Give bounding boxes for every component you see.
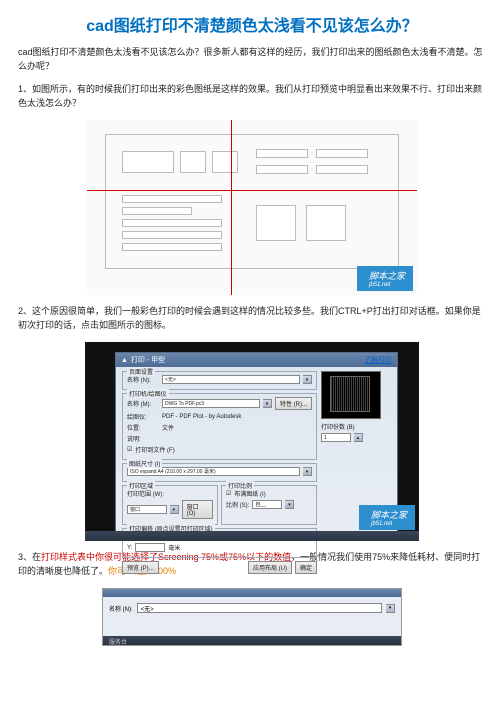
step3-prefix: 3、在 xyxy=(18,552,41,562)
printer-group-label: 打印机/绘图仪 xyxy=(127,389,169,398)
figure-1-floorplan: 脚本之家 jb51.net xyxy=(87,120,417,295)
mm2: 毫米 xyxy=(168,543,180,552)
fig3-titlebar xyxy=(103,589,401,597)
plot-scale-label: 打印比例 xyxy=(226,481,254,490)
dialog-titlebar: ▲ 打印 - 甲型 了解打印 xyxy=(116,353,397,367)
plotter-value: PDF - PDF Plot - by Autodesk xyxy=(162,414,241,420)
what-label: 打印范围 (W): xyxy=(127,489,164,498)
dialog-title-text: 打印 - 甲型 xyxy=(131,355,165,365)
scale-label: 比例 (S): xyxy=(226,500,249,509)
paper-size-label: 图纸尺寸 (I) xyxy=(127,459,162,468)
copies-label: 打印份数 (B) xyxy=(321,422,355,431)
printer-name-label: 名称 (M): xyxy=(127,399,159,408)
y-label: Y: xyxy=(127,545,132,551)
cad-statusbar xyxy=(85,531,419,541)
stepper-icon[interactable]: ▴ xyxy=(354,433,363,442)
dropdown-icon[interactable]: ▾ xyxy=(285,500,294,509)
intro-paragraph: cad图纸打印不清楚颜色太浅看不见该怎么办？很多新人都有这样的经历，我们打印出来… xyxy=(18,46,486,73)
dropdown-icon[interactable]: ▾ xyxy=(386,604,395,613)
fit-label: 布满图纸 (I) xyxy=(234,489,265,498)
plotter-label: 绘图仪: xyxy=(127,412,159,421)
what-select[interactable]: 窗口 xyxy=(127,505,167,514)
window-button[interactable]: 窗口 (O) xyxy=(182,500,213,519)
dropdown-icon[interactable]: ▾ xyxy=(303,467,312,476)
watermark-url: jb51.net xyxy=(371,521,407,527)
location-label: 位置: xyxy=(127,423,159,432)
floorplan-outline xyxy=(105,134,399,269)
fig3-name-select[interactable]: <无> xyxy=(137,603,382,613)
fit-checkbox[interactable]: ☑ xyxy=(226,490,231,497)
copies-input[interactable]: 1 xyxy=(321,433,351,442)
desc-label: 说明: xyxy=(127,434,159,443)
watermark-badge: 脚本之家 jb51.net xyxy=(357,266,413,291)
properties-button[interactable]: 特性 (R)... xyxy=(275,397,312,410)
ok-button[interactable]: 确定 xyxy=(295,561,317,574)
page-setup-group: 页面设置 名称 (N): <无> ▾ xyxy=(122,371,317,390)
dropdown-icon[interactable]: ▾ xyxy=(263,399,272,408)
step1-paragraph: 1、如图所示，有的时候我们打印出来的彩色图纸是这样的效果。我们从打印预览中明显看… xyxy=(18,83,486,110)
plot-area-group: 打印区域 打印范围 (W): 窗口 ▾ 窗口 (O) xyxy=(122,485,218,525)
plot-area-label: 打印区域 xyxy=(127,481,155,490)
location-value: 文件 xyxy=(162,423,174,432)
page-setup-label: 页面设置 xyxy=(127,367,155,376)
help-link[interactable]: 了解打印 xyxy=(364,355,392,365)
scale-select[interactable]: 自__ xyxy=(252,500,282,509)
paper-preview xyxy=(321,371,381,419)
print-dialog-window: ▲ 打印 - 甲型 了解打印 页面设置 名称 (N): <无> ▾ 打印机/绘图… xyxy=(115,352,398,533)
watermark-text: 脚本之家 xyxy=(369,271,405,281)
name-label: 名称 (N): xyxy=(127,375,159,384)
to-file-checkbox[interactable]: ☑ xyxy=(127,446,132,453)
paper-size-group: 图纸尺寸 (I) ISO expand A4 (210.00 x 297.00 … xyxy=(122,463,317,482)
fig3-statusbar: 服务台 xyxy=(103,636,401,645)
step2-paragraph: 2、这个原因很简单，我们一般彩色打印的时候会遇到这样的情况比较多些。我们CTRL… xyxy=(18,305,486,332)
name-select[interactable]: <无> xyxy=(162,375,300,384)
fig3-service: 服务台 xyxy=(109,640,127,646)
dropdown-icon[interactable]: ▾ xyxy=(170,505,179,514)
printer-select[interactable]: DWG To PDF.pc3 xyxy=(162,399,260,408)
printer-group: 打印机/绘图仪 名称 (M): DWG To PDF.pc3 ▾ 特性 (R).… xyxy=(122,393,317,460)
page-title: cad图纸打印不清楚颜色太浅看不见该怎么办？ xyxy=(18,12,486,36)
figure-3-cropped-dialog: 名称 (N): <无> ▾ 服务台 xyxy=(102,588,402,646)
watermark-badge: 脚本之家 jb51.net xyxy=(359,505,415,530)
y-input[interactable] xyxy=(135,543,165,552)
figure-2-print-dialog: ▲ 打印 - 甲型 了解打印 页面设置 名称 (N): <无> ▾ 打印机/绘图… xyxy=(85,342,419,541)
paper-select[interactable]: ISO expand A4 (210.00 x 297.00 毫米) xyxy=(127,467,300,476)
print-icon: ▲ xyxy=(121,357,128,364)
watermark-url: jb51.net xyxy=(369,282,405,288)
apply-button[interactable]: 应用布局 (U) xyxy=(248,561,292,574)
dropdown-icon[interactable]: ▾ xyxy=(303,375,312,384)
watermark-text: 脚本之家 xyxy=(371,510,407,520)
preview-button[interactable]: 预览 (P)... xyxy=(122,561,159,574)
to-file-label: 打印到文件 (F) xyxy=(135,445,174,454)
fig3-name-label: 名称 (N): xyxy=(109,604,133,613)
plot-scale-group: 打印比例 ☑ 布满图纸 (I) 比例 (S): 自__ ▾ xyxy=(221,485,317,525)
